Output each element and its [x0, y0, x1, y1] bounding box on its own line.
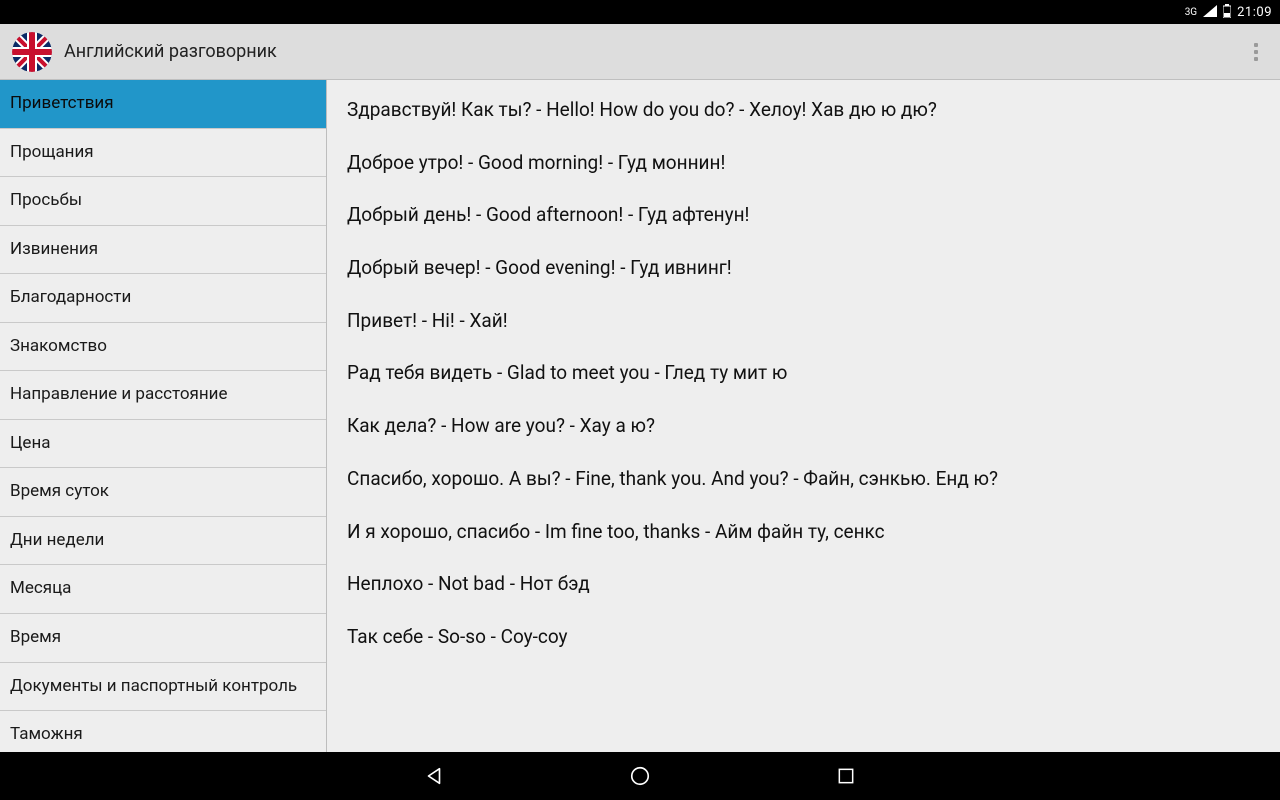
home-button[interactable]: [627, 763, 653, 789]
sidebar-item[interactable]: Таможня: [0, 711, 326, 752]
sidebar-item[interactable]: Месяца: [0, 565, 326, 614]
phrase-item[interactable]: Неплохо - Not bad - Нот бэд: [347, 572, 1260, 597]
back-button[interactable]: [421, 763, 447, 789]
recents-button[interactable]: [833, 763, 859, 789]
battery-icon: [1223, 4, 1231, 21]
phrase-item[interactable]: Добрый день! - Good afternoon! - Гуд афт…: [347, 203, 1260, 228]
phrase-item[interactable]: Привет! - Hi! - Хай!: [347, 309, 1260, 334]
phrase-item[interactable]: Добрый вечер! - Good evening! - Гуд ивни…: [347, 256, 1260, 281]
category-sidebar[interactable]: ПриветствияПрощанияПросьбыИзвиненияБлаго…: [0, 80, 327, 752]
app-title: Английский разговорник: [64, 41, 1244, 62]
sidebar-item[interactable]: Прощания: [0, 129, 326, 178]
phrase-item[interactable]: Здравствуй! Как ты? - Hello! How do you …: [347, 98, 1260, 123]
phrase-item[interactable]: Так себе - So-so - Соу-соу: [347, 625, 1260, 650]
sidebar-item[interactable]: Просьбы: [0, 177, 326, 226]
clock: 21:09: [1237, 5, 1272, 20]
phrase-item[interactable]: Доброе утро! - Good morning! - Гуд монни…: [347, 151, 1260, 176]
phrase-item[interactable]: Как дела? - How are you? - Хау а ю?: [347, 414, 1260, 439]
sidebar-item[interactable]: Дни недели: [0, 517, 326, 566]
sidebar-item[interactable]: Цена: [0, 420, 326, 469]
sidebar-item[interactable]: Время суток: [0, 468, 326, 517]
sidebar-item[interactable]: Извинения: [0, 226, 326, 275]
network-icon: 3G: [1185, 7, 1197, 18]
phrase-list[interactable]: Здравствуй! Как ты? - Hello! How do you …: [327, 80, 1280, 752]
sidebar-item[interactable]: Время: [0, 614, 326, 663]
signal-icon: [1203, 5, 1217, 20]
overflow-menu-button[interactable]: [1244, 32, 1268, 72]
status-bar: 3G 21:09: [0, 0, 1280, 24]
uk-flag-icon: [12, 32, 52, 72]
system-nav-bar: [0, 752, 1280, 800]
phrase-item[interactable]: Рад тебя видеть - Glad to meet you - Гле…: [347, 361, 1260, 386]
sidebar-item[interactable]: Направление и расстояние: [0, 371, 326, 420]
phrase-item[interactable]: Спасибо, хорошо. А вы? - Fine, thank you…: [347, 467, 1260, 492]
phrase-item[interactable]: И я хорошо, спасибо - Im fine too, thank…: [347, 520, 1260, 545]
app-bar: Английский разговорник: [0, 24, 1280, 80]
sidebar-item[interactable]: Приветствия: [0, 80, 326, 129]
sidebar-item[interactable]: Документы и паспортный контроль: [0, 663, 326, 712]
sidebar-item[interactable]: Знакомство: [0, 323, 326, 372]
sidebar-item[interactable]: Благодарности: [0, 274, 326, 323]
